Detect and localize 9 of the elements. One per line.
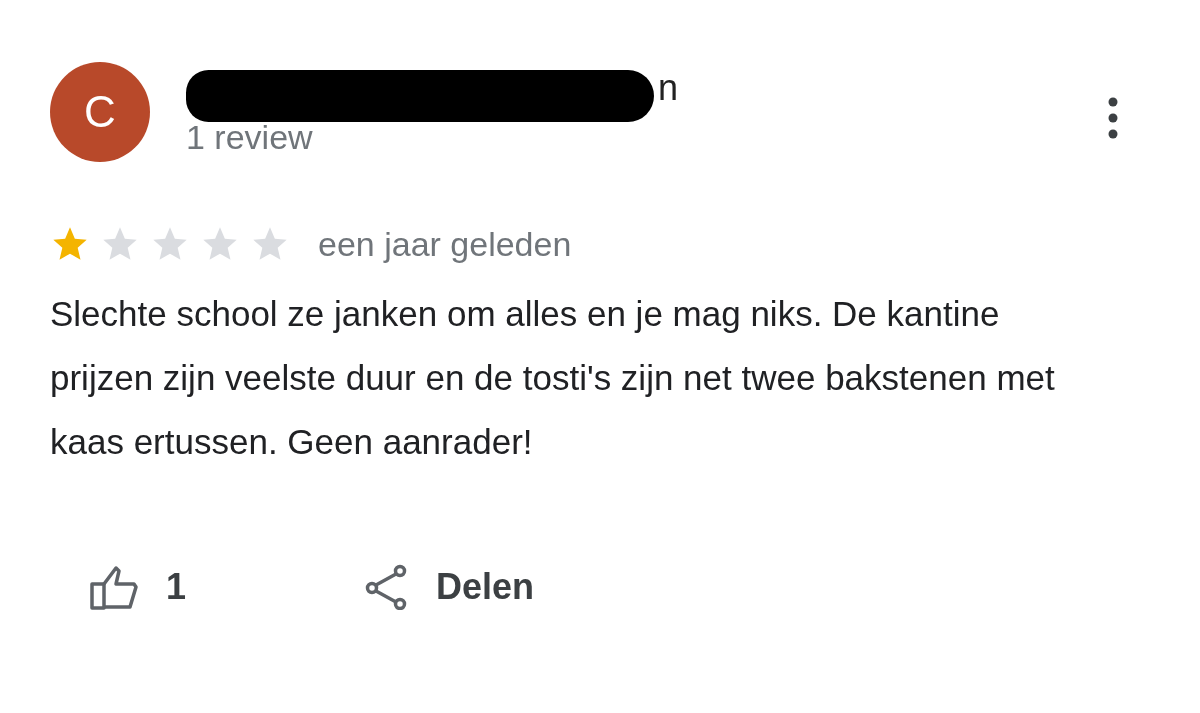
like-button[interactable]: 1	[90, 564, 187, 610]
reviewer-name: n	[658, 67, 679, 109]
share-button[interactable]: Delen	[364, 564, 535, 610]
avatar[interactable]: C	[50, 62, 150, 162]
more-menu-icon[interactable]	[1106, 96, 1120, 140]
reviewer-info: 1 review	[186, 118, 314, 157]
thumbs-up-icon	[90, 564, 140, 610]
review-text: Slechte school ze janken om alles en je mag niks. De kantine prijzen zijn veelste duur en de tosti's zijn net twee bakstenen met kaas ertussen. Geen aanrader!	[50, 293, 1056, 463]
review-time: een jaar geleden	[318, 224, 572, 264]
